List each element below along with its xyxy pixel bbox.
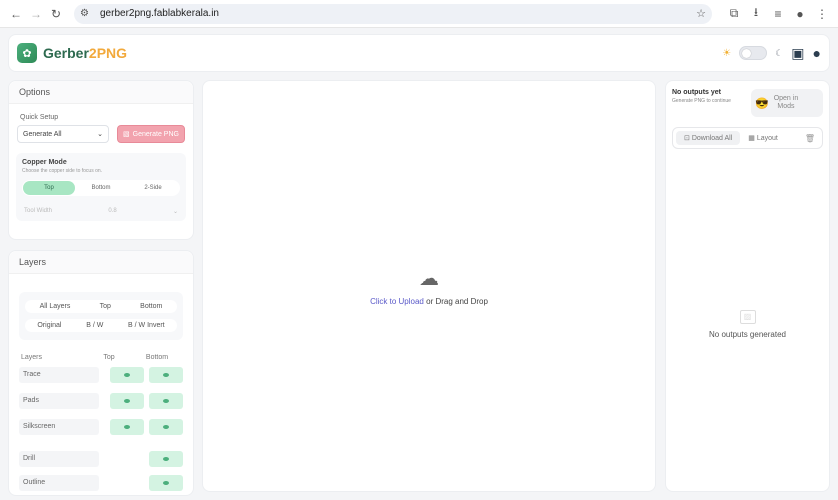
filter-all-layers[interactable]: All Layers bbox=[40, 303, 71, 310]
upload-text: Click to Upload or Drag and Drop bbox=[370, 297, 488, 306]
click-to-upload-link[interactable]: Click to Upload bbox=[370, 297, 424, 306]
layer-filters: All Layers Top Bottom Original B / W B /… bbox=[19, 292, 183, 340]
sun-icon: ☀ bbox=[722, 47, 732, 59]
eye-icon bbox=[163, 457, 169, 461]
pads-top-visibility[interactable] bbox=[110, 393, 144, 409]
download-icon[interactable]: ⭳ bbox=[746, 4, 766, 24]
eye-icon bbox=[124, 373, 130, 377]
forward-icon[interactable]: → bbox=[26, 4, 46, 24]
layers-title: Layers bbox=[9, 251, 193, 274]
layers-panel: Layers All Layers Top Bottom Original B … bbox=[8, 250, 194, 496]
filter-bw-invert[interactable]: B / W Invert bbox=[128, 322, 165, 329]
trace-bottom-visibility[interactable] bbox=[149, 367, 183, 383]
layout-button[interactable]: ▦ Layout bbox=[740, 131, 786, 145]
quick-setup-label: Quick Setup bbox=[20, 114, 59, 121]
outputs-status-title: No outputs yet bbox=[672, 89, 721, 96]
browser-toolbar: ← → ↻ ⚙ gerber2png.fablabkerala.in ☆ ⧉ ⭳… bbox=[0, 0, 838, 28]
options-title: Options bbox=[9, 81, 193, 104]
extensions-icon[interactable]: ⧉ bbox=[724, 4, 744, 24]
color-filter-row: Original B / W B / W Invert bbox=[25, 319, 177, 332]
pads-bottom-visibility[interactable] bbox=[149, 393, 183, 409]
layer-row-pads: Pads bbox=[9, 393, 193, 409]
eye-icon bbox=[163, 425, 169, 429]
eye-icon bbox=[124, 399, 130, 403]
copper-tab-top[interactable]: Top bbox=[23, 181, 75, 195]
eye-icon bbox=[163, 399, 169, 403]
outline-visibility[interactable] bbox=[149, 475, 183, 491]
layer-row-drill: Drill bbox=[9, 451, 193, 467]
docs-icon[interactable]: ▣ bbox=[791, 45, 804, 62]
back-icon[interactable]: ← bbox=[6, 4, 26, 24]
eye-icon bbox=[163, 373, 169, 377]
app-title: Gerber2PNG bbox=[43, 45, 128, 61]
layer-row-silkscreen: Silkscreen bbox=[9, 419, 193, 435]
github-icon[interactable]: ● bbox=[813, 45, 821, 61]
tool-width-value[interactable]: 0.8 bbox=[108, 208, 116, 215]
logo-icon: ✿ bbox=[17, 43, 37, 63]
quick-setup-select[interactable]: Generate All ⌄ bbox=[17, 125, 109, 143]
menu-icon[interactable]: ⋮ bbox=[812, 4, 832, 24]
outputs-toolbar: ⊡ Download All ▦ Layout 🗑 bbox=[672, 127, 823, 149]
image-placeholder-icon: ▨ bbox=[739, 310, 756, 324]
copper-tab-2side[interactable]: 2-Side bbox=[127, 181, 179, 195]
layer-row-trace: Trace bbox=[9, 367, 193, 383]
profile-icon[interactable]: ● bbox=[790, 4, 810, 24]
chevron-down-icon: ⌄ bbox=[97, 131, 103, 138]
image-icon: ▧ bbox=[123, 131, 130, 138]
empty-state: ▨ No outputs generated bbox=[666, 306, 829, 339]
copper-mode-title: Copper Mode bbox=[22, 159, 67, 166]
filter-original[interactable]: Original bbox=[37, 322, 61, 329]
bookmark-star-icon[interactable]: ☆ bbox=[696, 7, 706, 20]
theme-toggle[interactable] bbox=[739, 46, 768, 60]
layer-row-outline: Outline bbox=[9, 475, 193, 491]
copper-tab-bottom[interactable]: Bottom bbox=[75, 181, 127, 195]
filter-bw[interactable]: B / W bbox=[86, 322, 103, 329]
filter-bottom[interactable]: Bottom bbox=[140, 303, 162, 310]
address-bar[interactable]: ⚙ gerber2png.fablabkerala.in ☆ bbox=[74, 3, 712, 24]
tool-width-label: Tool Width bbox=[24, 208, 53, 214]
trace-top-visibility[interactable] bbox=[110, 367, 144, 383]
moon-icon: ☾ bbox=[775, 47, 784, 58]
cloud-upload-icon: ☁ bbox=[419, 268, 439, 290]
site-settings-icon[interactable]: ⚙ bbox=[80, 8, 94, 19]
options-panel: Options Quick Setup Generate All ⌄ ▧ Gen… bbox=[8, 80, 194, 240]
side-filter-row: All Layers Top Bottom bbox=[25, 300, 177, 313]
sunglasses-emoji-icon: 😎 bbox=[755, 97, 769, 110]
trash-icon[interactable]: 🗑 bbox=[805, 134, 819, 143]
generate-png-button[interactable]: ▧ Generate PNG bbox=[117, 125, 185, 143]
outputs-status-subtitle: Generate PNG to continue bbox=[672, 98, 731, 104]
copper-mode-tabs: Top Bottom 2-Side bbox=[22, 180, 180, 196]
open-in-mods-button[interactable]: 😎 Open in Mods bbox=[751, 89, 823, 117]
layers-table-header: Layers Top Bottom bbox=[21, 354, 169, 361]
outputs-status: No outputs yet Generate PNG to continue bbox=[672, 89, 745, 117]
reload-icon[interactable]: ↻ bbox=[46, 4, 66, 24]
silkscreen-top-visibility[interactable] bbox=[110, 419, 144, 435]
eye-icon bbox=[163, 481, 169, 485]
empty-state-text: No outputs generated bbox=[709, 330, 786, 339]
chevron-down-icon: ⌄ bbox=[172, 209, 178, 215]
copper-mode-subtitle: Choose the copper side to focus on. bbox=[22, 168, 103, 174]
upload-dropzone[interactable]: ☁ Click to Upload or Drag and Drop bbox=[202, 80, 656, 492]
copper-mode-section: Copper Mode Choose the copper side to fo… bbox=[16, 153, 186, 221]
url-text: gerber2png.fablabkerala.in bbox=[100, 8, 219, 19]
tool-width-row: Tool Width 0.8 ⌄ bbox=[22, 208, 180, 215]
outputs-panel: No outputs yet Generate PNG to continue … bbox=[665, 80, 830, 492]
reading-list-icon[interactable]: ≡ bbox=[768, 4, 788, 24]
drill-visibility[interactable] bbox=[149, 451, 183, 467]
filter-top[interactable]: Top bbox=[100, 303, 111, 310]
eye-icon bbox=[124, 425, 130, 429]
silkscreen-bottom-visibility[interactable] bbox=[149, 419, 183, 435]
download-all-button[interactable]: ⊡ Download All bbox=[676, 131, 741, 145]
app-header: ✿ Gerber2PNG ☀ ☾ ▣ ● bbox=[8, 34, 830, 72]
